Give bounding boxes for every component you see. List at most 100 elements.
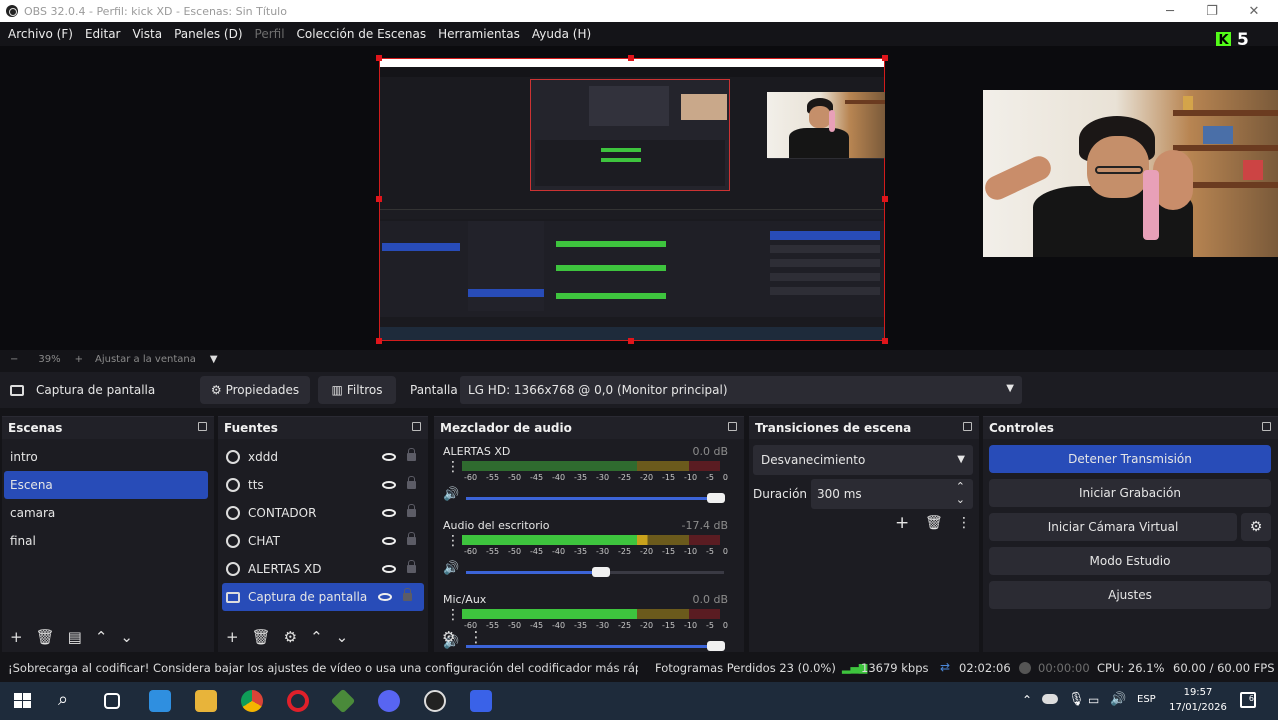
obs-taskbar-icon[interactable] [424, 690, 446, 712]
discord-icon[interactable] [378, 690, 400, 712]
menu-paneles[interactable]: Paneles (D) [174, 27, 242, 41]
float-icon[interactable] [728, 422, 737, 431]
maximize-button[interactable]: ❐ [1192, 0, 1232, 22]
move-down-icon[interactable]: ⌄ [336, 628, 349, 646]
transition-select[interactable]: Desvanecimiento ▼ [753, 445, 973, 475]
opera-icon[interactable] [287, 690, 309, 712]
speaker-icon[interactable]: 🔊 [443, 561, 459, 576]
volume-handle[interactable] [707, 493, 725, 503]
app-icon[interactable] [470, 690, 492, 712]
store-icon[interactable] [149, 690, 171, 712]
move-up-icon[interactable]: ⌃ [95, 628, 108, 646]
source-item[interactable]: ALERTAS XD [218, 555, 428, 583]
minimize-button[interactable]: ─ [1150, 0, 1190, 22]
cloud-icon[interactable] [1042, 694, 1058, 704]
trash-icon[interactable]: 🗑 [925, 515, 943, 531]
trash-icon[interactable]: 🗑 [36, 628, 55, 646]
zoom-in-button[interactable]: + [75, 354, 83, 365]
volume-icon[interactable]: 🔊 [1110, 692, 1126, 707]
source-item[interactable]: CONTADOR [218, 499, 428, 527]
lock-icon[interactable] [407, 448, 416, 461]
more-icon[interactable]: ⋮ [446, 607, 460, 623]
lock-icon[interactable] [407, 532, 416, 545]
add-icon[interactable]: + [10, 628, 23, 646]
virtual-camera-settings-gear-icon[interactable]: ⚙ [1241, 513, 1271, 541]
network-icon[interactable]: ▭ [1088, 693, 1099, 707]
preview-area[interactable] [0, 46, 1278, 350]
add-icon[interactable]: + [226, 628, 239, 646]
language-indicator[interactable]: ESP [1137, 694, 1156, 705]
lock-icon[interactable] [407, 476, 416, 489]
task-view-icon[interactable] [104, 693, 120, 709]
menu-vista[interactable]: Vista [132, 27, 162, 41]
add-icon[interactable]: + [895, 513, 909, 533]
close-button[interactable]: ✕ [1234, 0, 1274, 22]
scene-item[interactable]: intro [2, 443, 214, 471]
start-virtual-camera-button[interactable]: Iniciar Cámara Virtual [989, 513, 1237, 541]
zoom-out-button[interactable]: − [10, 354, 18, 365]
eye-icon[interactable] [382, 565, 396, 573]
stop-stream-button[interactable]: Detener Transmisión [989, 445, 1271, 473]
menu-herramientas[interactable]: Herramientas [438, 27, 520, 41]
resize-handle[interactable] [628, 55, 634, 61]
float-icon[interactable] [198, 422, 207, 431]
stepper-icon[interactable]: ⌃ ⌄ [956, 480, 965, 506]
speaker-icon[interactable]: 🔊 [443, 487, 459, 502]
start-recording-button[interactable]: Iniciar Grabación [989, 479, 1271, 507]
gear-icon[interactable]: ⚙ [284, 628, 297, 646]
resize-handle[interactable] [376, 196, 382, 202]
resize-handle[interactable] [376, 55, 382, 61]
clock[interactable]: 19:57 17/01/2026 [1168, 685, 1228, 715]
microphone-icon[interactable]: 🎙 [1068, 692, 1085, 707]
notifications-icon[interactable]: 6 [1240, 692, 1256, 708]
duration-input[interactable]: 300 ms ⌃ ⌄ [811, 479, 973, 509]
resize-handle[interactable] [628, 338, 634, 344]
scene-filter-icon[interactable]: ▤ [68, 628, 82, 646]
eye-icon[interactable] [382, 481, 396, 489]
menu-editar[interactable]: Editar [85, 27, 121, 41]
eye-icon[interactable] [382, 453, 396, 461]
menu-archivo[interactable]: Archivo (F) [8, 27, 73, 41]
volume-handle[interactable] [707, 641, 725, 651]
app-icon[interactable] [330, 688, 356, 714]
resize-handle[interactable] [376, 338, 382, 344]
float-icon[interactable] [963, 422, 972, 431]
lock-icon[interactable] [407, 504, 416, 517]
display-select[interactable]: LG HD: 1366x768 @ 0,0 (Monitor principal… [460, 376, 1022, 404]
chrome-icon[interactable] [241, 690, 263, 712]
settings-button[interactable]: Ajustes [989, 581, 1271, 609]
properties-button[interactable]: ⚙ Propiedades [200, 376, 310, 404]
resize-handle[interactable] [882, 55, 888, 61]
float-icon[interactable] [1262, 422, 1271, 431]
fit-to-window[interactable]: Ajustar a la ventana [95, 354, 196, 365]
more-icon[interactable]: ⋮ [957, 515, 971, 531]
resize-handle[interactable] [882, 338, 888, 344]
resize-handle[interactable] [882, 196, 888, 202]
zoom-dropdown-icon[interactable]: ▼ [210, 354, 218, 365]
studio-mode-button[interactable]: Modo Estudio [989, 547, 1271, 575]
move-up-icon[interactable]: ⌃ [310, 628, 323, 646]
scene-item[interactable]: camara [2, 499, 214, 527]
menu-ayuda[interactable]: Ayuda (H) [532, 27, 591, 41]
eye-icon[interactable] [378, 593, 392, 601]
volume-handle[interactable] [592, 567, 610, 577]
webcam-source[interactable] [983, 90, 1278, 257]
move-down-icon[interactable]: ⌄ [120, 628, 133, 646]
lock-icon[interactable] [407, 560, 416, 573]
float-icon[interactable] [412, 422, 421, 431]
lock-icon[interactable] [403, 588, 412, 601]
advanced-audio-icon[interactable]: ⚙ [442, 628, 455, 646]
more-icon[interactable]: ⋮ [468, 628, 483, 646]
source-item[interactable]: tts [218, 471, 428, 499]
menu-perfil[interactable]: Perfil [255, 27, 285, 41]
scene-item[interactable]: final [2, 527, 214, 555]
eye-icon[interactable] [382, 509, 396, 517]
source-item-selected[interactable]: Captura de pantalla [222, 583, 424, 611]
trash-icon[interactable]: 🗑 [252, 628, 271, 646]
more-icon[interactable]: ⋮ [446, 459, 460, 475]
scene-item-selected[interactable]: Escena [4, 471, 208, 499]
eye-icon[interactable] [382, 537, 396, 545]
source-item[interactable]: CHAT [218, 527, 428, 555]
windows-start-icon[interactable] [12, 690, 34, 712]
file-explorer-icon[interactable] [195, 690, 217, 712]
